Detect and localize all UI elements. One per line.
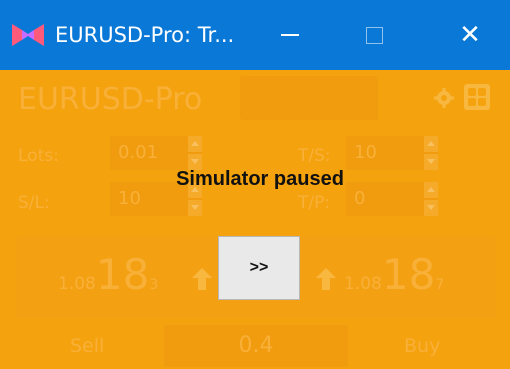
sell-button[interactable]: Sell [70,335,104,357]
bid-prefix: 1.08 [58,274,96,294]
lots-stepper[interactable]: 0.01 [110,136,202,170]
spin-down-icon[interactable] [188,200,202,216]
gear-icon[interactable] [434,88,454,108]
window-title: EURUSD-Pro: Tr... [55,23,235,47]
bid-price: 1.08183 [58,250,158,300]
symbol-name: EURUSD-Pro [18,82,203,117]
tp-label: T/P: [298,193,331,213]
spin-up-icon[interactable] [188,136,202,152]
tp-spin[interactable] [424,182,438,216]
maximize-button[interactable] [346,0,402,70]
lots-value: 0.01 [118,142,159,163]
trading-panel: EURUSD-Pro Lots: 0.01 T/S: 10 S/L: 10 T/… [6,70,504,369]
bid-pips: 18 [95,250,150,299]
resume-button[interactable]: >> [218,236,300,300]
close-icon: ✕ [459,20,481,50]
ask-price: 1.08187 [344,250,444,300]
status-box [240,76,378,120]
grid-menu-icon[interactable] [464,84,490,110]
maximize-icon [365,26,383,44]
ts-stepper[interactable]: 10 [346,136,438,170]
app-logo-icon [12,24,44,46]
lots-label: Lots: [18,146,59,166]
trade-panel-window: EURUSD-Pro: Tr... ✕ EURUSD-Pro Lots: 0.0… [0,0,510,369]
spin-down-icon[interactable] [424,200,438,216]
spin-up-icon[interactable] [424,136,438,152]
close-button[interactable]: ✕ [442,0,498,70]
ask-fraction: 7 [435,277,445,293]
title-bar[interactable]: EURUSD-Pro: Tr... ✕ [0,0,510,70]
minimize-button[interactable] [262,0,318,70]
ts-value: 10 [354,142,377,163]
buy-button[interactable]: Buy [404,335,440,357]
bid-fraction: 3 [149,277,159,293]
ts-label: T/S: [298,146,331,166]
spin-up-icon[interactable] [424,182,438,198]
sl-label: S/L: [18,193,50,213]
arrow-up-icon [192,268,212,290]
ts-spin[interactable] [424,136,438,170]
arrow-up-icon [316,268,336,290]
minimize-icon [281,34,299,36]
ask-pips: 18 [381,250,436,299]
spin-down-icon[interactable] [424,154,438,170]
lot-size-value: 0.4 [238,333,274,358]
ask-prefix: 1.08 [344,274,382,294]
lots-spin[interactable] [188,136,202,170]
simulator-paused-message: Simulator paused [176,168,344,190]
lot-size-field[interactable]: 0.4 [164,325,348,367]
